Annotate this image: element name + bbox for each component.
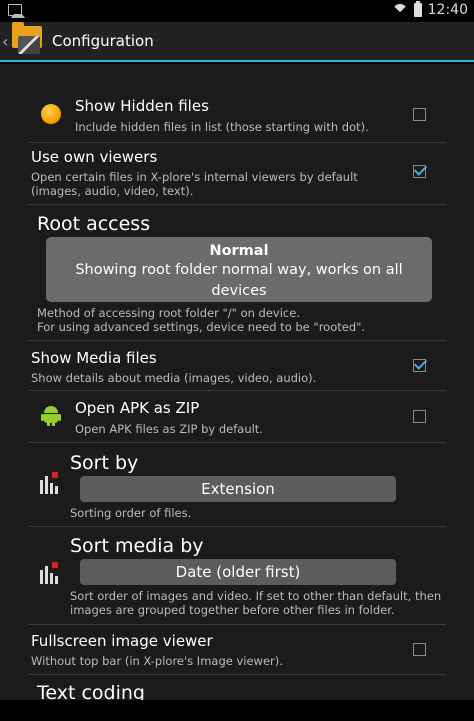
page-title: Configuration [52, 32, 154, 50]
clock: 12:40 [427, 2, 468, 18]
settings-list[interactable]: Show Hidden files Include hidden files i… [0, 64, 474, 700]
selector-description: Showing root folder normal way, works on… [75, 262, 403, 278]
android-icon [41, 406, 61, 426]
setting-title: Show Media files [31, 349, 157, 367]
setting-subtitle: (images, audio, video, text). [31, 184, 194, 198]
setting-title: Sort by [70, 452, 139, 474]
divider [28, 340, 446, 341]
wifi-icon [391, 4, 408, 20]
show-media-checkbox[interactable] [413, 359, 426, 372]
sort-by-selector[interactable]: Extension [80, 476, 396, 502]
setting-subtitle: Sorting order of files. [70, 506, 192, 520]
setting-subtitle: Sort order of images and video. If set t… [70, 589, 442, 603]
setting-title: Fullscreen image viewer [31, 632, 213, 650]
divider [28, 442, 446, 443]
sort-media-by-selector[interactable]: Date (older first) [80, 559, 396, 585]
divider [28, 142, 446, 143]
root-access-selector[interactable]: Normal Showing root folder normal way, w… [46, 237, 432, 302]
setting-subtitle: images are grouped together before other… [70, 603, 395, 617]
divider [28, 624, 446, 625]
navigation-bar [0, 700, 474, 721]
divider [28, 674, 446, 675]
xplore-app-icon[interactable] [10, 22, 46, 58]
sort-icon [40, 472, 60, 494]
setting-title: Root access [37, 213, 151, 235]
setting-title: Text coding [37, 682, 145, 700]
status-icons: 12:40 [391, 1, 468, 20]
setting-subtitle: Open APK files as ZIP by default. [75, 422, 263, 436]
fullscreen-viewer-checkbox[interactable] [413, 643, 426, 656]
orange-dot-icon [41, 104, 61, 124]
setting-subtitle: Method of accessing root folder "/" on d… [37, 306, 300, 320]
divider [28, 204, 446, 205]
setting-subtitle: Include hidden files in list (those star… [75, 120, 369, 134]
sort-icon [40, 562, 60, 584]
selector-description: devices [211, 283, 267, 299]
show-hidden-checkbox[interactable] [413, 108, 426, 121]
setting-subtitle: Open certain files in X-plore's internal… [31, 170, 358, 184]
battery-icon [413, 1, 422, 17]
back-caret-icon[interactable]: ‹ [2, 32, 10, 51]
status-bar: 12:40 [0, 0, 474, 22]
divider [28, 526, 446, 527]
setting-subtitle: For using advanced settings, device need… [37, 320, 366, 334]
action-bar: ‹ Configuration [0, 22, 474, 62]
setting-title: Open APK as ZIP [75, 399, 200, 417]
open-apk-checkbox[interactable] [413, 410, 426, 423]
setting-title: Use own viewers [31, 148, 158, 166]
divider [28, 390, 446, 391]
setting-title: Sort media by [70, 535, 204, 557]
use-own-viewers-checkbox[interactable] [413, 165, 426, 178]
setting-subtitle: Show details about media (images, video,… [31, 371, 317, 385]
selector-value: Normal [209, 243, 269, 259]
setting-subtitle: Without top bar (in X-plore's Image view… [31, 654, 283, 668]
setting-title: Show Hidden files [75, 97, 209, 115]
image-notification-icon [8, 4, 25, 18]
